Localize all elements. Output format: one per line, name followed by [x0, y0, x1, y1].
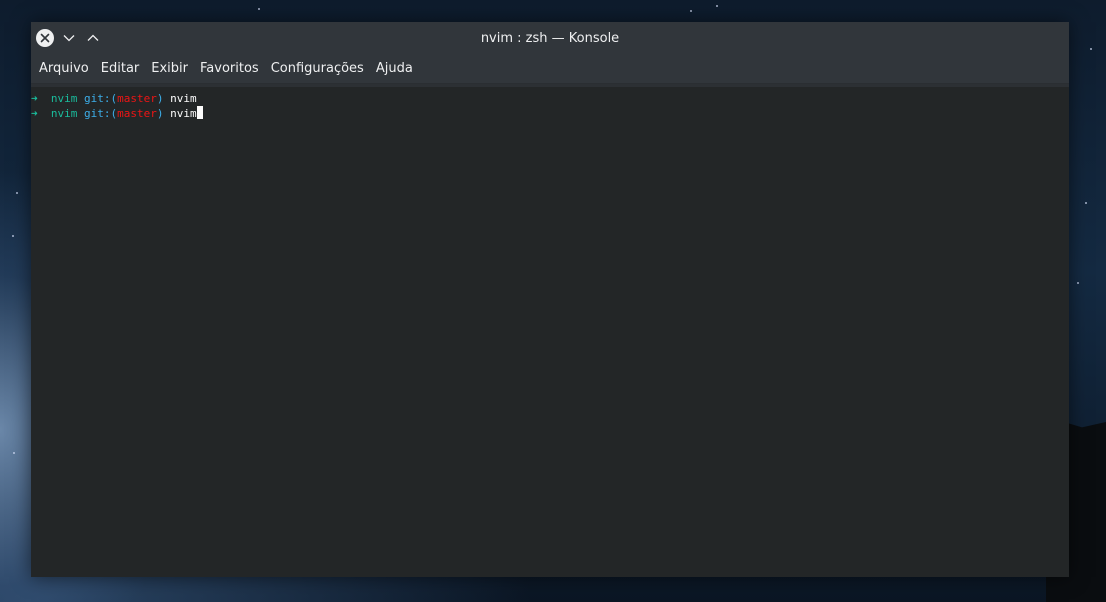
chevron-down-icon	[63, 35, 75, 42]
minimize-button[interactable]	[60, 29, 78, 47]
wallpaper-star	[716, 5, 718, 7]
menu-configuracoes[interactable]: Configurações	[265, 55, 370, 83]
window-controls	[36, 29, 102, 47]
text-cursor	[196, 106, 203, 119]
terminal-line: ➜ nvim git:(master) nvim	[31, 106, 1069, 121]
wallpaper-star	[1085, 202, 1087, 204]
prompt-git-prefix: git:(	[84, 92, 118, 105]
prompt-command: nvim	[170, 92, 197, 105]
chevron-up-icon	[87, 34, 99, 41]
wallpaper-star	[12, 235, 14, 237]
maximize-button[interactable]	[84, 29, 102, 47]
wallpaper-star	[1077, 282, 1079, 284]
prompt-git-suffix: )	[156, 92, 164, 105]
menu-editar[interactable]: Editar	[95, 55, 146, 83]
close-icon	[40, 33, 50, 43]
wallpaper-star	[690, 10, 692, 12]
prompt-arrow: ➜	[31, 107, 38, 120]
prompt-directory: nvim	[50, 92, 78, 105]
menu-bar: Arquivo Editar Exibir Favoritos Configur…	[31, 55, 1069, 84]
konsole-window: nvim : zsh — Konsole Arquivo Editar Exib…	[31, 22, 1069, 577]
menu-ajuda[interactable]: Ajuda	[370, 55, 419, 83]
terminal-area[interactable]: ➜ nvim git:(master) nvim ➜ nvim git:(mas…	[31, 87, 1069, 577]
wallpaper-star	[13, 452, 15, 454]
prompt-git-branch: master	[117, 107, 157, 120]
prompt-git-suffix: )	[156, 107, 164, 120]
close-button[interactable]	[36, 29, 54, 47]
prompt-git-prefix: git:(	[84, 107, 118, 120]
menu-arquivo[interactable]: Arquivo	[33, 55, 95, 83]
menu-exibir[interactable]: Exibir	[145, 55, 194, 83]
title-bar[interactable]: nvim : zsh — Konsole	[31, 22, 1069, 55]
prompt-arrow: ➜	[31, 92, 38, 105]
prompt-git-branch: master	[117, 92, 157, 105]
terminal-line: ➜ nvim git:(master) nvim	[31, 91, 1069, 106]
prompt-command: nvim	[170, 107, 197, 120]
wallpaper-star	[258, 8, 260, 10]
prompt-directory: nvim	[50, 107, 78, 120]
window-title: nvim : zsh — Konsole	[480, 31, 620, 46]
wallpaper-star	[16, 192, 18, 194]
wallpaper-star	[1090, 48, 1092, 50]
menu-favoritos[interactable]: Favoritos	[194, 55, 265, 83]
